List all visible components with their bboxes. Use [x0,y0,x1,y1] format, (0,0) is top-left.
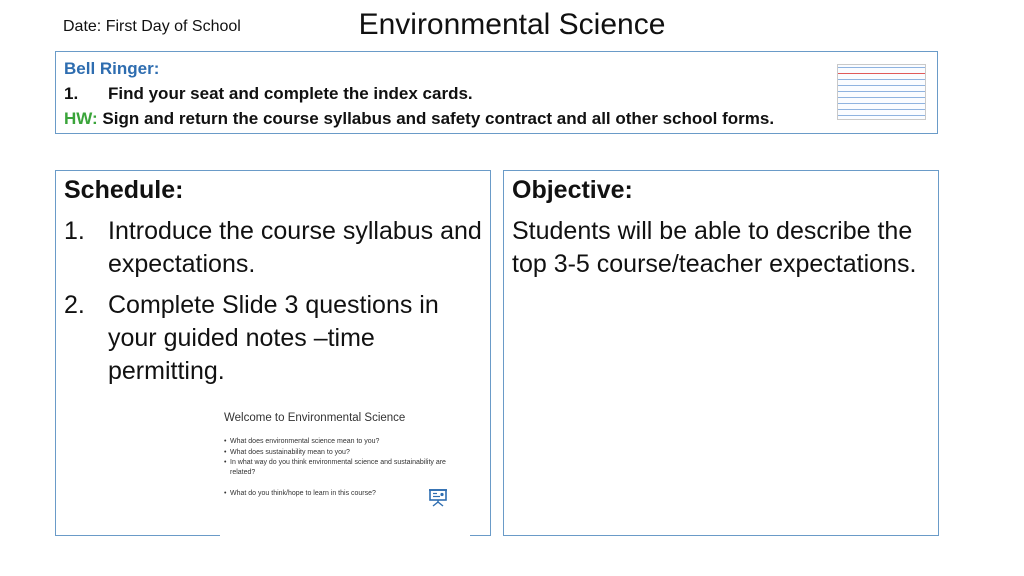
bell-ringer-item-text: Find your seat and complete the index ca… [108,84,473,103]
list-item: 2. Complete Slide 3 questions in your gui… [64,289,484,388]
bell-ringer-item: 1. Find your seat and complete the index … [64,84,473,104]
list-item-text: Complete Slide 3 questions in your guide… [108,291,439,385]
slide-thumbnail-title: Welcome to Environmental Science [224,412,406,424]
list-item-number: 2. [64,291,85,319]
bell-ringer-item-number: 1. [64,84,79,103]
presentation-icon [429,489,447,507]
list-item-text: Introduce the course syllabus and expect… [108,217,482,278]
list-item: In what way do you think environmental s… [224,458,464,477]
schedule-list: 1. Introduce the course syllabus and expe… [64,215,484,396]
slide-thumbnail: Welcome to Environmental Science What do… [220,405,470,545]
list-item: What does environmental science mean to … [224,437,464,447]
homework-line: HW: Sign and return the course syllabus … [64,109,774,129]
date-label: Date: First Day of School [63,18,241,35]
bell-ringer-box: Bell Ringer: 1. Find your seat and comple… [55,51,938,134]
objective-text: Students will be able to describe the to… [512,217,917,278]
index-card-icon [837,64,926,120]
objective-panel: Objective: Students will be able to desc… [503,170,939,536]
homework-label: HW: [64,109,98,128]
list-item-number: 1. [64,217,85,245]
schedule-heading: Schedule: [64,176,184,204]
list-item: What does sustainability mean to you? [224,448,464,458]
page-title: Environmental Science [358,8,666,41]
objective-heading: Objective: [512,176,633,204]
homework-text: Sign and return the course syllabus and … [97,109,775,128]
bell-ringer-heading: Bell Ringer: [64,59,160,78]
list-item: 1. Introduce the course syllabus and expe… [64,215,484,281]
